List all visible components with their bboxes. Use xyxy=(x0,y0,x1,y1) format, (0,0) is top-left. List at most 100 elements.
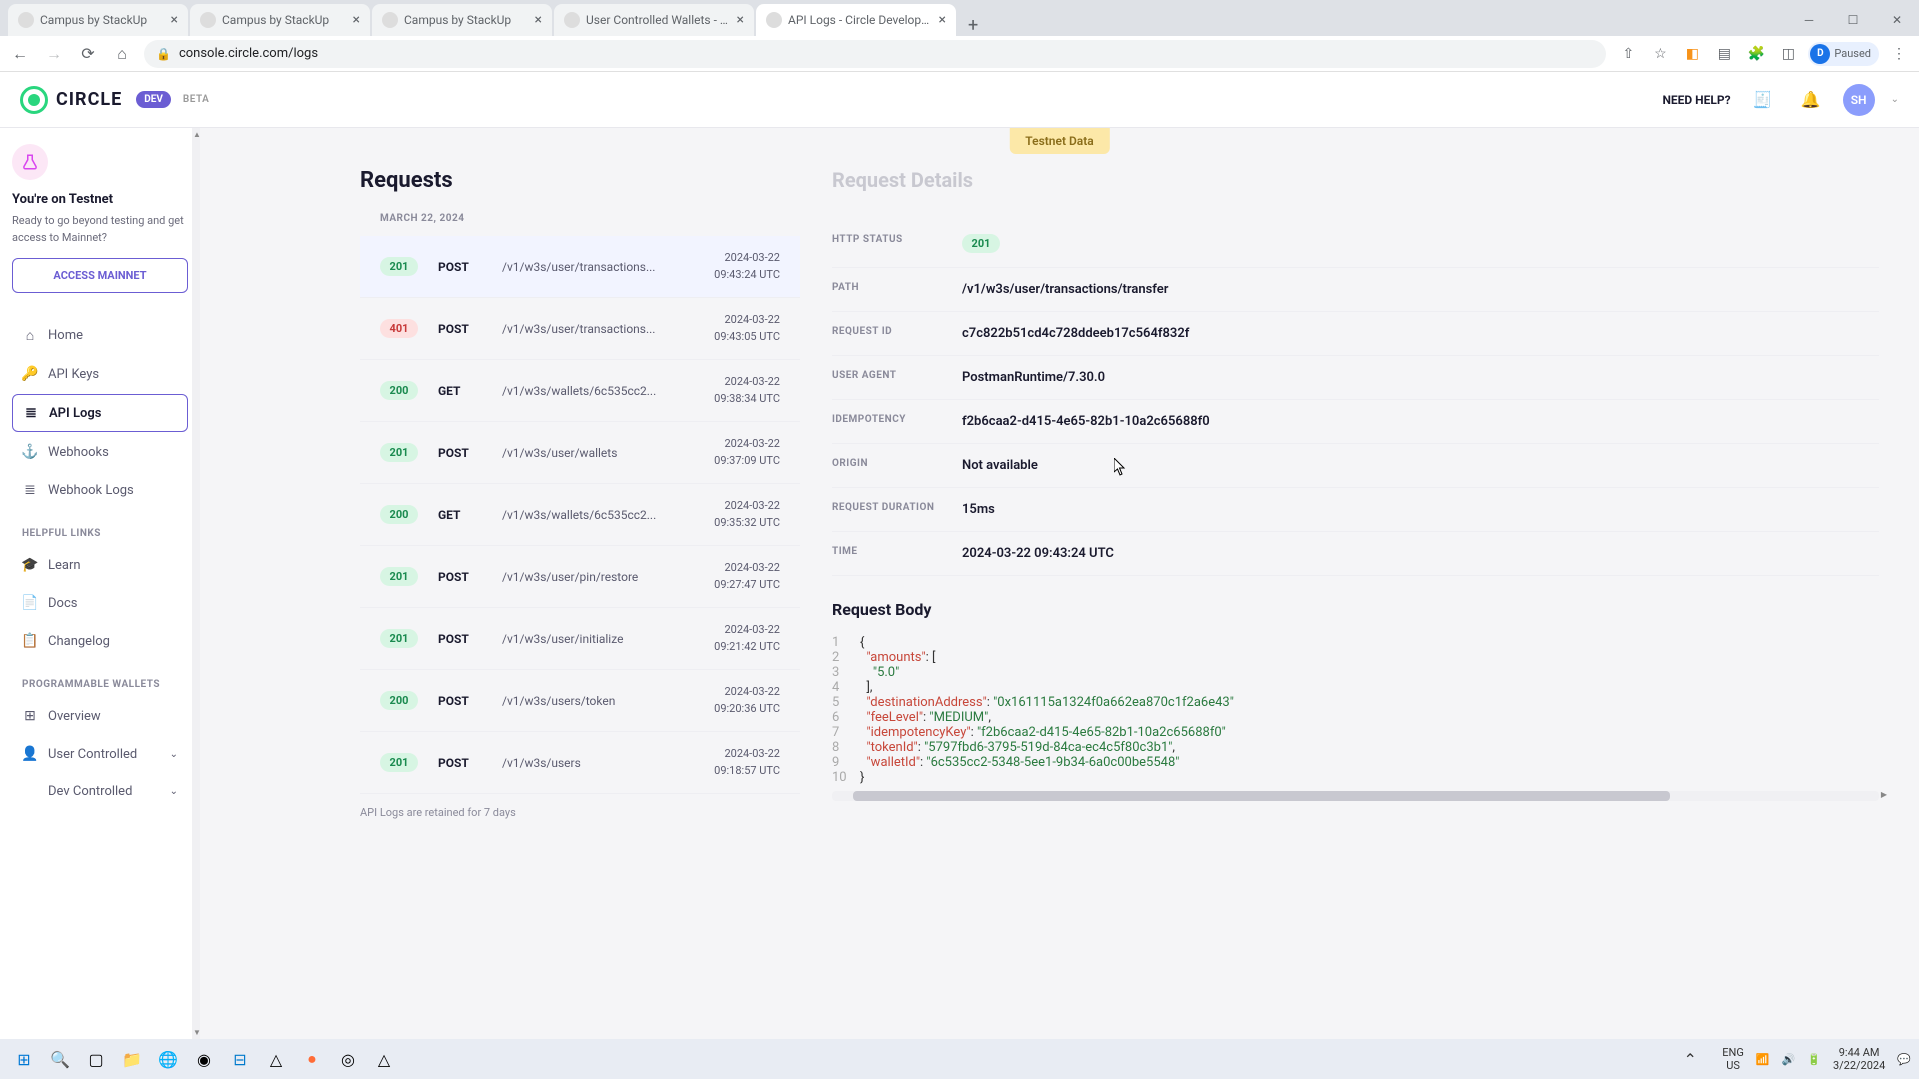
new-tab-button[interactable]: + xyxy=(958,15,988,36)
detail-row-http-status: HTTP STATUS201 xyxy=(832,220,1879,268)
helpful-item-learn[interactable]: 🎓Learn xyxy=(12,547,188,583)
browser-tab-3[interactable]: User Controlled Wallets - User D × xyxy=(554,4,754,36)
window-close[interactable]: ✕ xyxy=(1875,4,1919,36)
status-badge: 200 xyxy=(380,505,418,524)
app-2-icon[interactable]: △ xyxy=(260,1043,292,1075)
browser-tab-1[interactable]: Campus by StackUp × xyxy=(190,4,370,36)
browser-tab-4[interactable]: API Logs - Circle Developer Expe× xyxy=(756,4,956,36)
tab-close-icon[interactable]: × xyxy=(535,12,542,28)
request-row-5[interactable]: 201POST/v1/w3s/user/pin/restore2024-03-2… xyxy=(360,546,800,608)
windows-taskbar: ⊞ 🔍 ▢ 📁 🌐 ◉ ⊟ △ ● ◎ △ ⌃ ENGUS 📶 🔊 🔋 9:44… xyxy=(0,1039,1919,1079)
window-maximize[interactable]: ☐ xyxy=(1831,4,1875,36)
nav-item-webhooks[interactable]: ⚓Webhooks xyxy=(12,434,188,470)
code-line-10: 10} xyxy=(832,770,1879,785)
ext-1-icon[interactable]: ◧ xyxy=(1680,42,1704,66)
nav-label: Docs xyxy=(48,596,77,611)
browser-tab-0[interactable]: Campus by StackUp× xyxy=(8,4,188,36)
chrome-icon[interactable]: ◎ xyxy=(332,1043,364,1075)
nav-item-api-logs[interactable]: ≣API Logs xyxy=(12,394,188,432)
tab-close-icon[interactable]: × xyxy=(171,12,178,28)
reload-button[interactable]: ⟳ xyxy=(76,42,100,66)
forward-button[interactable]: → xyxy=(42,42,66,66)
start-button[interactable]: ⊞ xyxy=(8,1043,40,1075)
search-icon[interactable]: 🔍 xyxy=(44,1043,76,1075)
request-row-4[interactable]: 200GET/v1/w3s/wallets/6c535cc2...2024-03… xyxy=(360,484,800,546)
tab-close-icon[interactable]: × xyxy=(737,12,744,28)
code-line-8: 8 "tokenId": "5797fbd6-3795-519d-84ca-ec… xyxy=(832,740,1879,755)
user-menu-chevron[interactable]: ⌄ xyxy=(1891,94,1899,105)
request-row-1[interactable]: 401POST/v1/w3s/user/transactions...2024-… xyxy=(360,298,800,360)
back-button[interactable]: ← xyxy=(8,42,32,66)
tray-chevron[interactable]: ⌃ xyxy=(1674,1043,1706,1075)
notifications-icon[interactable]: 💬 xyxy=(1897,1053,1911,1066)
request-row-2[interactable]: 200GET/v1/w3s/wallets/6c535cc2...2024-03… xyxy=(360,360,800,422)
side-panel-icon[interactable]: ◫ xyxy=(1776,42,1800,66)
code-h-thumb[interactable] xyxy=(853,791,1670,801)
menu-icon[interactable]: ⋮ xyxy=(1887,42,1911,66)
url-input[interactable]: 🔒 console.circle.com/logs xyxy=(144,40,1606,68)
app-1-icon[interactable]: ◉ xyxy=(188,1043,220,1075)
nav-label: Webhooks xyxy=(48,445,109,460)
line-number: 1 xyxy=(832,635,860,650)
request-time: 2024-03-2209:38:34 UTC xyxy=(714,374,780,407)
helpful-item-changelog[interactable]: 📋Changelog xyxy=(12,623,188,659)
request-row-3[interactable]: 201POST/v1/w3s/user/wallets2024-03-2209:… xyxy=(360,422,800,484)
reading-list-icon[interactable]: ▤ xyxy=(1712,42,1736,66)
app-3-icon[interactable]: △ xyxy=(368,1043,400,1075)
need-help-link[interactable]: NEED HELP? xyxy=(1662,93,1730,107)
nav-item-webhook-logs[interactable]: ≣Webhook Logs xyxy=(12,472,188,508)
user-avatar[interactable]: SH xyxy=(1843,84,1875,116)
bookmark-icon[interactable]: ☆ xyxy=(1648,42,1672,66)
pw-item-dev-controlled[interactable]: Dev Controlled⌄ xyxy=(12,774,188,809)
request-row-0[interactable]: 201POST/v1/w3s/user/transactions...2024-… xyxy=(360,236,800,298)
nav-icon: ⌂ xyxy=(22,327,38,344)
pw-item-overview[interactable]: ⊞Overview xyxy=(12,698,188,734)
tab-title: Campus by StackUp xyxy=(222,13,347,27)
line-number: 9 xyxy=(832,755,860,770)
vscode-icon[interactable]: ⊟ xyxy=(224,1043,256,1075)
detail-row-idempotency: IDEMPOTENCYf2b6caa2-d415-4e65-82b1-10a2c… xyxy=(832,400,1879,444)
share-icon[interactable]: ⇧ xyxy=(1616,42,1640,66)
nav-item-api-keys[interactable]: 🔑API Keys xyxy=(12,356,188,392)
bell-icon[interactable]: 🔔 xyxy=(1795,84,1827,116)
status-badge: 201 xyxy=(380,443,418,462)
access-mainnet-button[interactable]: ACCESS MAINNET xyxy=(12,258,188,293)
helpful-item-docs[interactable]: 📄Docs xyxy=(12,585,188,621)
volume-icon[interactable]: 🔊 xyxy=(1782,1053,1796,1066)
language-indicator[interactable]: ENGUS xyxy=(1722,1046,1744,1072)
browser-tab-2[interactable]: Campus by StackUp× xyxy=(372,4,552,36)
extensions-icon[interactable]: 🧩 xyxy=(1744,42,1768,66)
url-text: console.circle.com/logs xyxy=(179,46,318,61)
nav-item-home[interactable]: ⌂Home xyxy=(12,317,188,354)
tab-close-icon[interactable]: × xyxy=(939,12,946,28)
tab-title: User Controlled Wallets - User D xyxy=(586,13,731,27)
postman-icon[interactable]: ● xyxy=(296,1043,328,1075)
logo[interactable]: CIRCLE DEV BETA xyxy=(20,86,209,114)
request-row-6[interactable]: 201POST/v1/w3s/user/initialize2024-03-22… xyxy=(360,608,800,670)
chevron-down-icon: ⌄ xyxy=(170,786,178,797)
line-number: 5 xyxy=(832,695,860,710)
detail-label: USER AGENT xyxy=(832,370,962,385)
home-button[interactable]: ⌂ xyxy=(110,42,134,66)
sidebar-resize-handle[interactable]: ▲ ▼ xyxy=(192,128,200,1039)
battery-icon[interactable]: 🔋 xyxy=(1807,1053,1821,1066)
window-minimize[interactable]: ─ xyxy=(1787,4,1831,36)
detail-row-path: PATH/v1/w3s/user/transactions/transfer xyxy=(832,268,1879,312)
receipt-icon[interactable]: 🧾 xyxy=(1747,84,1779,116)
request-time: 2024-03-2209:20:36 UTC xyxy=(714,684,780,717)
request-row-7[interactable]: 200POST/v1/w3s/users/token2024-03-2209:2… xyxy=(360,670,800,732)
detail-label: ORIGIN xyxy=(832,458,962,473)
request-path: /v1/w3s/users/token xyxy=(502,694,694,708)
edge-icon[interactable]: 🌐 xyxy=(152,1043,184,1075)
tab-close-icon[interactable]: × xyxy=(353,12,360,28)
detail-label: PATH xyxy=(832,282,962,297)
code-h-scrollbar[interactable]: ◀ ▶ xyxy=(832,791,1879,801)
pw-item-user-controlled[interactable]: 👤User Controlled⌄ xyxy=(12,736,188,772)
explorer-icon[interactable]: 📁 xyxy=(116,1043,148,1075)
profile-badge[interactable]: D Paused xyxy=(1808,42,1879,66)
wifi-icon[interactable]: 📶 xyxy=(1756,1053,1770,1066)
lock-icon: 🔒 xyxy=(156,47,171,61)
clock[interactable]: 9:44 AM3/22/2024 xyxy=(1833,1046,1885,1072)
request-row-8[interactable]: 201POST/v1/w3s/users2024-03-2209:18:57 U… xyxy=(360,732,800,794)
task-view-icon[interactable]: ▢ xyxy=(80,1043,112,1075)
